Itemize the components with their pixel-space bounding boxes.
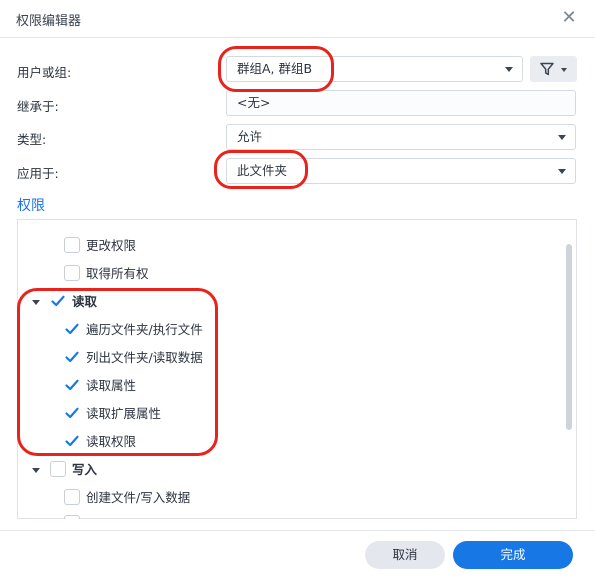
checkbox-list-read-data[interactable]: [64, 349, 80, 365]
check-icon: [65, 323, 79, 335]
header-divider: [0, 37, 595, 38]
dialog-title: 权限编辑器: [16, 14, 82, 29]
scrollbar[interactable]: [566, 244, 572, 430]
user-or-group-select[interactable]: 群组A, 群组B: [226, 56, 523, 82]
permission-label: 取得所有权: [86, 266, 149, 281]
check-icon: [65, 351, 79, 363]
checkbox-write[interactable]: [50, 461, 66, 477]
chevron-down-icon: [558, 135, 566, 140]
check-icon: [51, 295, 65, 307]
inherit-from-label: 继承于:: [17, 99, 59, 114]
permission-label: 读取属性: [86, 378, 137, 393]
check-icon: [65, 379, 79, 391]
check-icon: [65, 435, 79, 447]
expand-triangle-icon[interactable]: [32, 300, 40, 305]
type-label: 类型:: [17, 132, 47, 147]
checkbox-read-extended-attributes[interactable]: [64, 405, 80, 421]
type-value: 允许: [237, 129, 263, 144]
chevron-down-icon: [558, 169, 566, 174]
checkbox-traverse-execute[interactable]: [64, 321, 80, 337]
inherit-from-value: <无>: [237, 95, 271, 110]
chevron-down-icon: [561, 68, 567, 72]
permissions-list[interactable]: [17, 219, 577, 519]
permission-label: 遍历文件夹/执行文件: [86, 322, 203, 337]
chevron-down-icon: [505, 67, 513, 72]
checkbox-take-ownership[interactable]: [64, 265, 80, 281]
permissions-section-title: 权限: [17, 198, 45, 214]
apply-to-value: 此文件夹: [237, 163, 288, 178]
checkbox-change-permissions[interactable]: [64, 237, 80, 253]
permission-group-label: 读取: [72, 294, 98, 309]
checkbox-read[interactable]: [50, 293, 66, 309]
footer-divider: [0, 530, 595, 531]
user-or-group-value: 群组A, 群组B: [237, 61, 313, 76]
checkbox-read-permissions[interactable]: [64, 433, 80, 449]
checkbox-read-attributes[interactable]: [64, 377, 80, 393]
permission-label: 更改权限: [86, 238, 137, 253]
permission-group-label: 写入: [72, 462, 98, 477]
type-select[interactable]: 允许: [226, 124, 576, 150]
check-icon: [65, 407, 79, 419]
expand-triangle-icon[interactable]: [32, 468, 40, 473]
apply-to-select[interactable]: 此文件夹: [226, 158, 576, 184]
user-or-group-label: 用户或组:: [17, 65, 72, 80]
permission-label: 创建文件/写入数据: [86, 490, 191, 505]
apply-to-label: 应用于:: [17, 166, 59, 181]
done-button[interactable]: 完成: [453, 541, 573, 569]
permission-label: 读取权限: [86, 434, 137, 449]
close-icon[interactable]: ✕: [561, 8, 577, 28]
permission-label: 列出文件夹/读取数据: [86, 350, 203, 365]
inherit-from-field: <无>: [226, 90, 576, 116]
checkbox-create-files-write-data[interactable]: [64, 489, 80, 505]
filter-icon: [540, 62, 554, 76]
filter-button[interactable]: [530, 56, 577, 82]
cancel-button[interactable]: 取消: [365, 541, 445, 569]
checkbox-partial: [64, 515, 80, 519]
permission-label: 读取扩展属性: [86, 406, 162, 421]
